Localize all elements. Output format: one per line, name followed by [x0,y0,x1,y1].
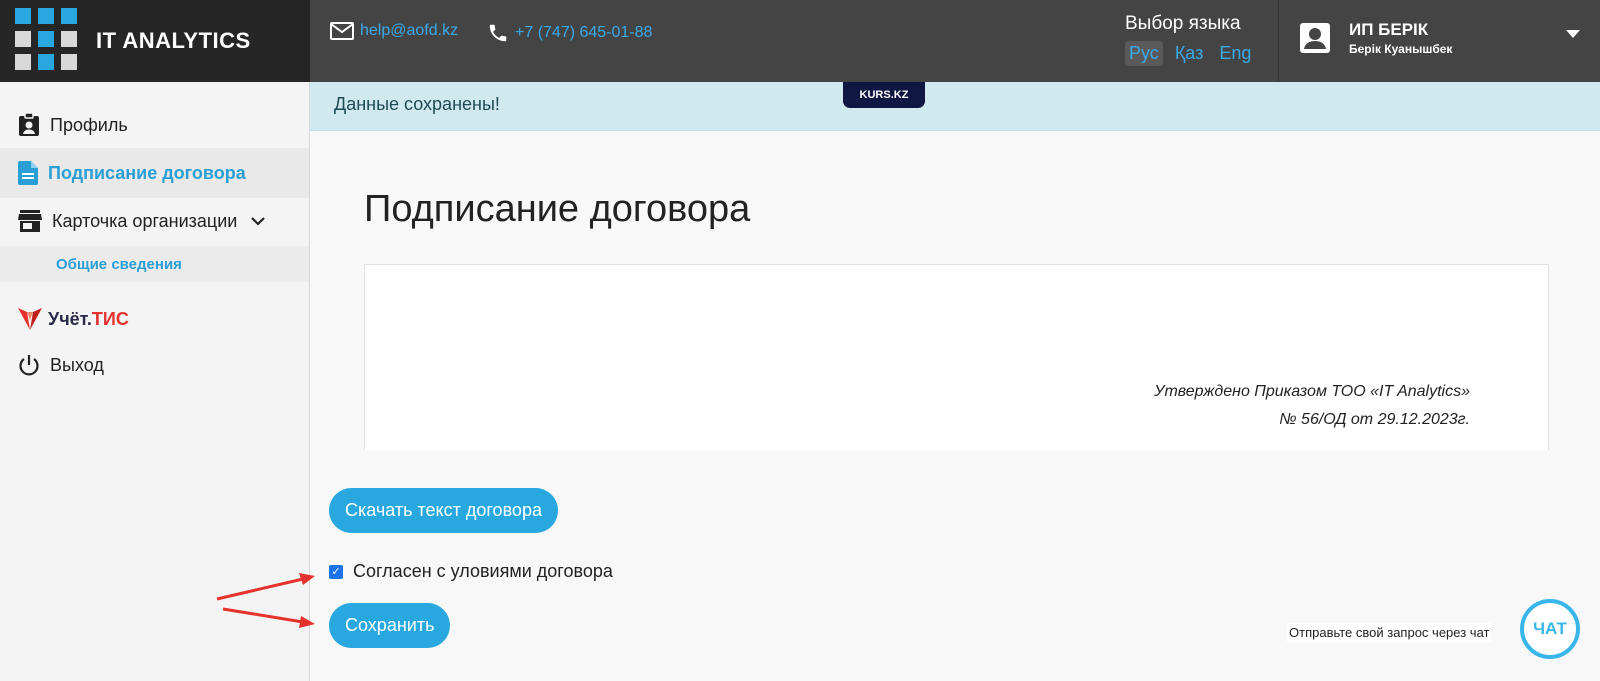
user-avatar-icon [1300,23,1330,53]
phone-contact[interactable]: +7 (747) 645-01-88 [487,22,652,44]
sidebar-item-profile[interactable]: Профиль [0,100,309,150]
email-contact[interactable]: help@aofd.kz [330,22,458,40]
sidebar-item-org-card[interactable]: Карточка организации [0,196,309,246]
uchet-logo-icon [18,308,42,330]
phone-icon [489,24,507,42]
sidebar-item-label: Выход [50,354,104,375]
chat-prompt: Отправьте свой запрос через чат [1287,623,1492,642]
agree-terms-row[interactable]: ✓ Согласен с уловиями договора [329,561,613,582]
doc-order-line: № 56/ОД от 29.12.2023г. [1279,411,1470,428]
top-header: IT ANALYTICS help@aofd.kz +7 (747) 645-0… [0,0,1600,82]
uchet-accent: ТИС [91,308,129,329]
store-icon [18,210,42,232]
sidebar-item-label: Карточка организации [52,210,238,231]
logo-text: IT ANALYTICS [96,28,251,53]
logo[interactable]: IT ANALYTICS [0,0,310,82]
mail-icon [330,22,354,40]
email-link[interactable]: help@aofd.kz [360,22,458,40]
agree-label: Согласен с уловиями договора [353,561,613,581]
language-label: Выбор языка [1125,13,1241,34]
save-button[interactable]: Сохранить [329,603,451,648]
uchet-tis-link[interactable]: Учёт.ТИС [18,308,129,330]
sidebar-subitem-general-info[interactable]: Общие сведения [0,246,309,282]
annotation-arrows [216,573,315,628]
contract-preview[interactable]: Утверждено Приказом ТОО «IT Analytics» №… [364,264,1549,450]
sidebar-item-contract-signing[interactable]: Подписание договора [0,148,309,198]
logo-grid-icon [15,8,77,70]
sidebar-item-label: Профиль [50,114,128,135]
sidebar-item-logout[interactable]: Выход [0,340,309,390]
chat-button[interactable]: ЧАТ [1520,599,1580,659]
page-title: Подписание договора [364,188,751,230]
user-name: ИП БЕРІК [1349,20,1429,39]
user-full-name: Берік Куанышбек [1349,42,1453,56]
sidebar-item-label: Подписание договора [48,162,246,183]
doc-approval-line: Утверждено Приказом ТОО «IT Analytics» [1154,383,1470,400]
lang-en[interactable]: Eng [1215,41,1255,66]
chevron-down-icon[interactable] [251,216,266,226]
lang-kz[interactable]: Қаз [1171,41,1208,66]
success-banner: Данные сохранены! [310,82,1600,131]
kurs-badge[interactable]: KURS.KZ [843,82,925,108]
user-menu[interactable]: ИП БЕРІК Берік Куанышбек [1278,0,1600,82]
chevron-down-icon[interactable] [1566,30,1580,38]
language-switcher: Рус Қаз Eng [1125,41,1255,66]
document-icon [18,161,38,185]
uchet-label: Учёт. [48,308,92,329]
banner-message: Данные сохранены! [334,94,500,114]
id-badge-icon [19,113,39,136]
power-icon [19,355,39,376]
phone-link[interactable]: +7 (747) 645-01-88 [515,24,652,42]
download-contract-button[interactable]: Скачать текст договора [329,488,558,533]
lang-ru[interactable]: Рус [1125,41,1163,66]
agree-checkbox[interactable]: ✓ [329,564,343,579]
